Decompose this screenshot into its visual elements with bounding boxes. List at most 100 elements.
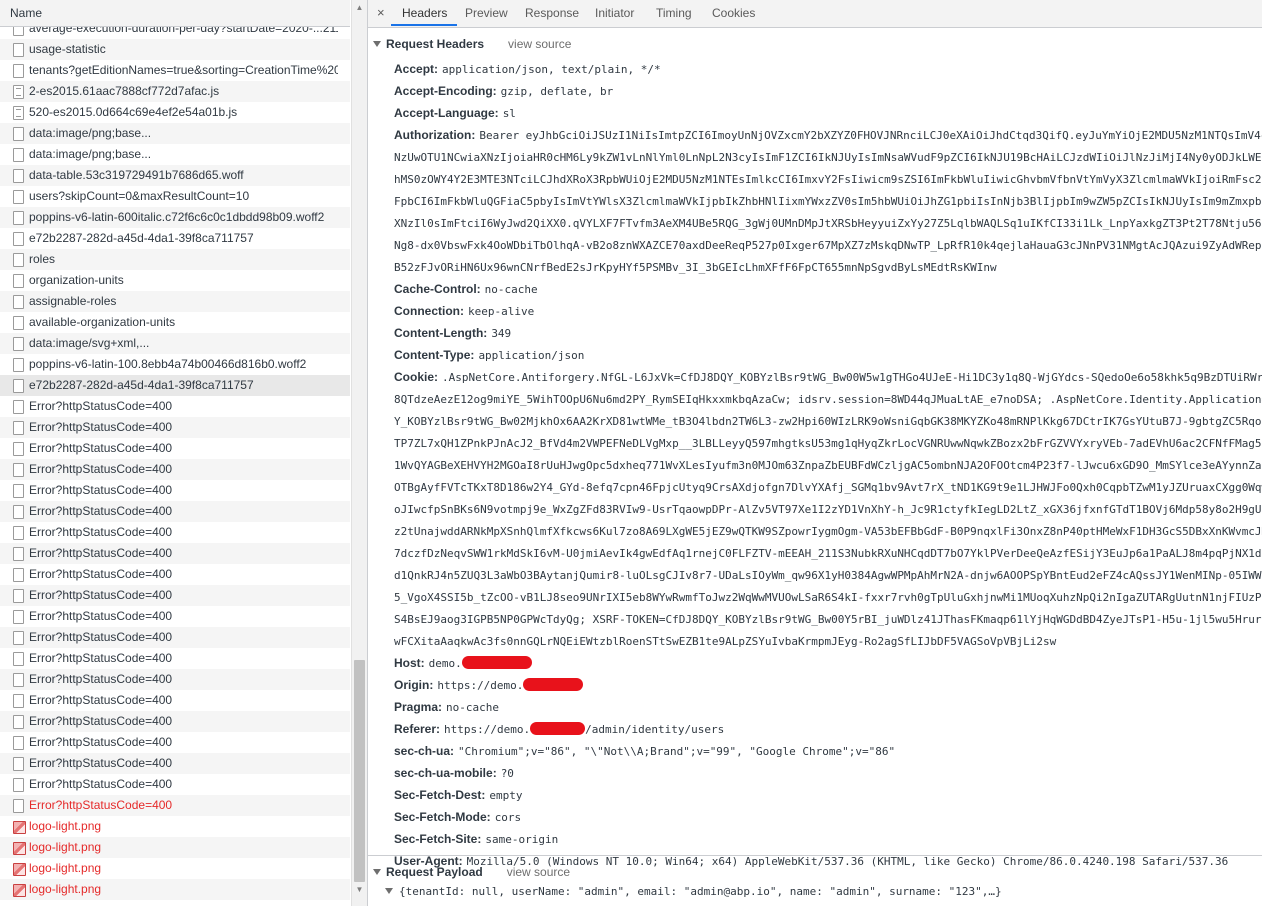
list-item[interactable]: Error?httpStatusCode=400 bbox=[0, 417, 350, 438]
tab-response[interactable]: Response bbox=[525, 6, 579, 20]
tab-preview[interactable]: Preview bbox=[465, 6, 508, 20]
view-source-link[interactable]: view source bbox=[508, 37, 571, 51]
list-item[interactable]: Error?httpStatusCode=400 bbox=[0, 753, 350, 774]
collapse-triangle-icon[interactable] bbox=[373, 41, 381, 47]
header-line-cookie[interactable]: Cookie: .AspNetCore.Antiforgery.NfGL-L6Jx… bbox=[394, 366, 1262, 388]
list-item[interactable]: 520-es2015.0d664c69e4ef2e54a01b.js bbox=[0, 102, 350, 123]
header-line-pragma[interactable]: Pragma: no-cache bbox=[394, 696, 1262, 718]
view-source-link[interactable]: view source bbox=[507, 865, 570, 879]
header-line-continuation[interactable]: z2tUnajwddARNkMpXSnhQlmfXfkcws6Kul7zo8A6… bbox=[394, 520, 1262, 542]
list-item[interactable]: users?skipCount=0&maxResultCount=10 bbox=[0, 186, 350, 207]
list-item[interactable]: usage-statistic bbox=[0, 39, 350, 60]
list-item[interactable]: logo-light.png bbox=[0, 879, 350, 900]
list-item[interactable]: Error?httpStatusCode=400 bbox=[0, 585, 350, 606]
header-line-continuation[interactable]: S4BsEJ9aog3IGPB5NP0GPWcTdyQg; XSRF-TOKEN… bbox=[394, 608, 1262, 630]
name-column-header[interactable]: Name bbox=[10, 6, 42, 20]
collapse-triangle-icon[interactable] bbox=[373, 869, 381, 875]
header-line-continuation[interactable]: hMS0zOWY4Y2E3MTE3NTciLCJhdXRoX3RpbWUiOjE… bbox=[394, 168, 1262, 190]
list-item[interactable]: tenants?getEditionNames=true&sorting=Cre… bbox=[0, 60, 350, 81]
header-line-continuation[interactable]: 5_VgoX4SSI5b_tZcOO-vB1LJ8seo9UNrIXI5eb8W… bbox=[394, 586, 1262, 608]
request-headers-section-title[interactable]: Request Headers view source bbox=[373, 37, 571, 51]
list-item[interactable]: Error?httpStatusCode=400 bbox=[0, 669, 350, 690]
header-line-continuation[interactable]: oJIwcfpSnBKs6N9votmpj9e_WxZgZFd83RVIw9-U… bbox=[394, 498, 1262, 520]
list-item[interactable]: available-organization-units bbox=[0, 312, 350, 333]
header-line-continuation[interactable]: 1WvQYAGBeXEHVYH2MGOaI8rUuHJwgOpc5dxheq77… bbox=[394, 454, 1262, 476]
header-line-continuation[interactable]: OTBgAyfFVTcTKxT8D186w2Y4_GYd-8efq7cpn46F… bbox=[394, 476, 1262, 498]
list-item[interactable]: roles bbox=[0, 249, 350, 270]
header-line-sec-ch-ua-mobile[interactable]: sec-ch-ua-mobile: ?0 bbox=[394, 762, 1262, 784]
list-item[interactable]: Error?httpStatusCode=400 bbox=[0, 648, 350, 669]
list-item[interactable]: logo-light.png bbox=[0, 858, 350, 879]
header-line-sec-fetch-dest[interactable]: Sec-Fetch-Dest: empty bbox=[394, 784, 1262, 806]
tab-cookies[interactable]: Cookies bbox=[712, 6, 755, 20]
scroll-down-icon[interactable]: ▼ bbox=[352, 882, 367, 897]
header-line-continuation[interactable]: 8QTdzeAezE12og9miYE_5WihTOOpU6Nu6md2PY_R… bbox=[394, 388, 1262, 410]
list-item[interactable]: Error?httpStatusCode=400 bbox=[0, 522, 350, 543]
header-line-content-type[interactable]: Content-Type: application/json bbox=[394, 344, 1262, 366]
header-line-continuation[interactable]: 7dczfDzNeqvSWW1rkMdSkI6vM-U0jmiAevIk4gwE… bbox=[394, 542, 1262, 564]
header-line-sec-ch-ua[interactable]: sec-ch-ua: "Chromium";v="86", "\"Not\\A;B… bbox=[394, 740, 1262, 762]
expand-triangle-icon[interactable] bbox=[385, 888, 393, 894]
header-line-authorization[interactable]: Authorization: Bearer eyJhbGciOiJSUzI1NiI… bbox=[394, 124, 1262, 146]
payload-preview[interactable]: {tenantId: null, userName: "admin", emai… bbox=[385, 885, 1002, 898]
list-item[interactable]: Error?httpStatusCode=400 bbox=[0, 501, 350, 522]
tab-timing[interactable]: Timing bbox=[656, 6, 692, 20]
list-item[interactable]: Error?httpStatusCode=400 bbox=[0, 606, 350, 627]
request-payload-section-title[interactable]: Request Payload view source bbox=[373, 865, 570, 879]
scroll-up-icon[interactable]: ▲ bbox=[352, 0, 367, 15]
header-line-continuation[interactable]: Ng8-dx0VbswFxk4OoWDbiTbOlhqA-vB2o8znWXAZ… bbox=[394, 234, 1262, 256]
list-item[interactable]: data:image/png;base... bbox=[0, 144, 350, 165]
list-item[interactable]: poppins-v6-latin-100.8ebb4a74b00466d816b… bbox=[0, 354, 350, 375]
list-item[interactable]: Error?httpStatusCode=400 bbox=[0, 543, 350, 564]
list-item[interactable]: Error?httpStatusCode=400 bbox=[0, 774, 350, 795]
header-line-continuation[interactable]: TP7ZL7xQH1ZPnkPJnAcJ2_BfVd4m2VWPEFNeDLVg… bbox=[394, 432, 1262, 454]
list-item[interactable]: organization-units bbox=[0, 270, 350, 291]
header-line-continuation[interactable]: wFCXitaAaqkwAc3fs0nnGQLrNQEiEWtzblRoenST… bbox=[394, 630, 1262, 652]
list-item[interactable]: assignable-roles bbox=[0, 291, 350, 312]
list-item[interactable]: poppins-v6-latin-600italic.c72f6c6c0c1db… bbox=[0, 207, 350, 228]
header-line-continuation[interactable]: FpbCI6ImFkbWluQGFiaC5pbyIsImVtYWlsX3Zlcm… bbox=[394, 190, 1262, 212]
header-line-accept-language[interactable]: Accept-Language: sl bbox=[394, 102, 1262, 124]
header-line-continuation[interactable]: B52zFJvORiHN6Ux96wnCNrfBedE2sJrKpyHYf5PS… bbox=[394, 256, 1262, 278]
list-item[interactable]: Error?httpStatusCode=400 bbox=[0, 690, 350, 711]
list-item[interactable]: e72b2287-282d-a45d-4da1-39f8ca711757 bbox=[0, 375, 350, 396]
header-line-continuation[interactable]: NzUwOTU1NCwiaXNzIjoiaHR0cHM6Ly9kZW1vLnNl… bbox=[394, 146, 1262, 168]
list-item[interactable]: Error?httpStatusCode=400 bbox=[0, 459, 350, 480]
header-line-accept-encoding[interactable]: Accept-Encoding: gzip, deflate, br bbox=[394, 80, 1262, 102]
list-item[interactable]: logo-light.png bbox=[0, 816, 350, 837]
header-line-cache-control[interactable]: Cache-Control: no-cache bbox=[394, 278, 1262, 300]
list-item[interactable]: Error?httpStatusCode=400 bbox=[0, 711, 350, 732]
list-item[interactable]: logo-light.png bbox=[0, 837, 350, 858]
header-line-continuation[interactable]: XNzIl0sImFtciI6WyJwd2QiXX0.qVYLXF7FTvfm3… bbox=[394, 212, 1262, 234]
request-name: e72b2287-282d-a45d-4da1-39f8ca711757 bbox=[29, 378, 254, 392]
list-item[interactable]: 2-es2015.61aac7888cf772d7afac.js bbox=[0, 81, 350, 102]
header-line-sec-fetch-site[interactable]: Sec-Fetch-Site: same-origin bbox=[394, 828, 1262, 850]
list-item[interactable]: data:image/svg+xml,... bbox=[0, 333, 350, 354]
list-item[interactable]: Error?httpStatusCode=400 bbox=[0, 732, 350, 753]
list-item[interactable]: data-table.53c319729491b7686d65.woff bbox=[0, 165, 350, 186]
document-icon bbox=[13, 526, 24, 540]
list-item[interactable]: Error?httpStatusCode=400 bbox=[0, 795, 350, 816]
list-item[interactable]: Error?httpStatusCode=400 bbox=[0, 438, 350, 459]
header-line-referer[interactable]: Referer: https://demo. /admin/identity/use… bbox=[394, 718, 1262, 740]
tab-headers[interactable]: Headers bbox=[402, 6, 447, 20]
list-item[interactable]: Error?httpStatusCode=400 bbox=[0, 564, 350, 585]
header-line-accept[interactable]: Accept: application/json, text/plain, */* bbox=[394, 58, 1262, 80]
header-line-continuation[interactable]: d1QnkRJ4n5ZUQ3L3aWbO3BAytanjQumir8-luOLs… bbox=[394, 564, 1262, 586]
scroll-thumb[interactable] bbox=[354, 660, 365, 882]
header-line-origin[interactable]: Origin: https://demo. bbox=[394, 674, 1262, 696]
list-item[interactable]: Error?httpStatusCode=400 bbox=[0, 627, 350, 648]
list-item[interactable]: Error?httpStatusCode=400 bbox=[0, 396, 350, 417]
header-line-content-length[interactable]: Content-Length: 349 bbox=[394, 322, 1262, 344]
list-item[interactable]: e72b2287-282d-a45d-4da1-39f8ca711757 bbox=[0, 228, 350, 249]
list-item[interactable]: data:image/png;base... bbox=[0, 123, 350, 144]
header-line-sec-fetch-mode[interactable]: Sec-Fetch-Mode: cors bbox=[394, 806, 1262, 828]
header-line-host[interactable]: Host: demo. bbox=[394, 652, 1262, 674]
list-item[interactable]: Error?httpStatusCode=400 bbox=[0, 480, 350, 501]
header-line-continuation[interactable]: Y_KOBYzlBsr9tWG_Bw02MjkhOx6AA2KrXD81wtWM… bbox=[394, 410, 1262, 432]
header-line-connection[interactable]: Connection: keep-alive bbox=[394, 300, 1262, 322]
list-scrollbar[interactable]: ▲ ▼ bbox=[351, 0, 367, 906]
list-header[interactable]: Name bbox=[0, 0, 350, 27]
tab-initiator[interactable]: Initiator bbox=[595, 6, 634, 20]
close-icon[interactable]: × bbox=[377, 5, 385, 20]
